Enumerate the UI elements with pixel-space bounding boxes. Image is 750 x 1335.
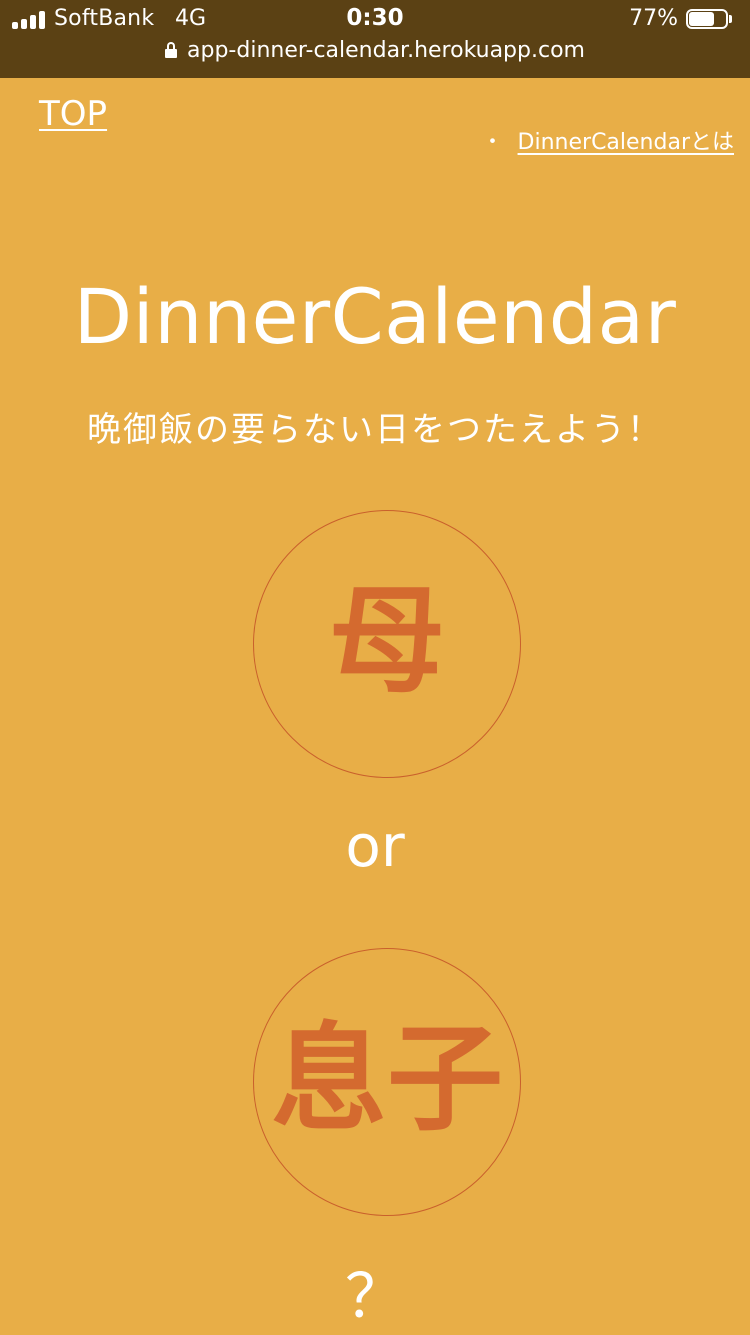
lock-icon <box>165 42 178 58</box>
battery-icon <box>686 9 734 31</box>
battery-percentage: 77% <box>629 6 678 31</box>
about-link[interactable]: DinnerCalendarとは <box>518 130 734 155</box>
question-mark: ？ <box>345 1262 405 1332</box>
son-label: 息子 <box>271 1012 503 1147</box>
mother-label: 母 <box>329 574 445 709</box>
address-bar[interactable]: app-dinner-calendar.herokuapp.com <box>0 38 750 70</box>
about-nav: ・ DinnerCalendarとは <box>482 124 734 156</box>
top-link[interactable]: TOP <box>39 94 107 134</box>
bullet: ・ <box>481 130 504 155</box>
app-title: DinnerCalendar <box>73 272 677 361</box>
son-button[interactable]: 息子 <box>253 948 521 1216</box>
status-bar: SoftBank 4G 0:30 77% app-dinner-calendar… <box>0 0 750 78</box>
url-text: app-dinner-calendar.herokuapp.com <box>187 38 585 63</box>
app-subtitle: 晩御飯の要らない日をつたえよう！ <box>87 410 663 450</box>
or-separator: or <box>345 812 405 880</box>
mother-button[interactable]: 母 <box>253 510 521 778</box>
